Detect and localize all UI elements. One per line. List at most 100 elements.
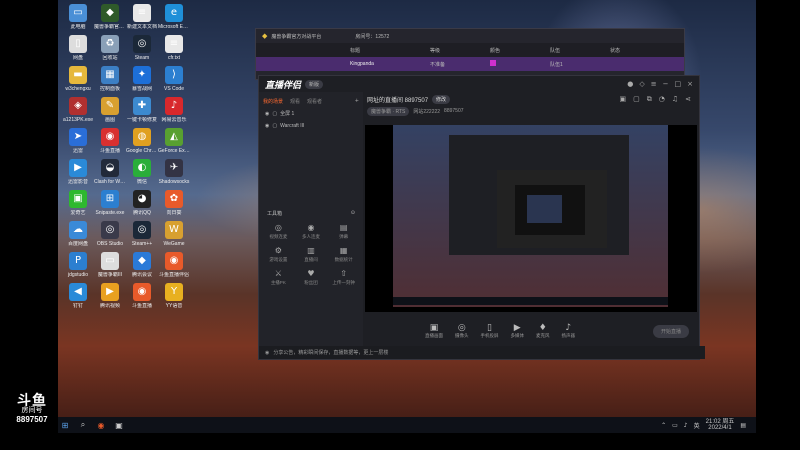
desktop-icon[interactable]: e Microsoft Edge: [158, 4, 190, 30]
layout-icon[interactable]: ▣: [619, 95, 626, 104]
desktop-icon[interactable]: ◎ OBS Studio: [94, 221, 126, 247]
desktop-icon[interactable]: ◭ GeForce Experience: [158, 128, 190, 154]
desktop-icon[interactable]: ◒ Clash for Windows: [94, 159, 126, 185]
menu-icon[interactable]: ≡: [651, 80, 657, 88]
desktop-icon[interactable]: Y YY语音: [158, 283, 190, 309]
version-badge[interactable]: 新版: [305, 79, 324, 89]
clock-date: 2022/4/1: [708, 425, 732, 431]
eye-icon[interactable]: ◉: [265, 123, 269, 129]
desktop-icon[interactable]: ◍ Google Chrome: [126, 128, 158, 154]
edit-button[interactable]: 修改: [432, 94, 451, 104]
notification-icon[interactable]: ◔: [659, 95, 665, 104]
douyu-companion-icon: ◉: [165, 252, 183, 270]
desktop-icon[interactable]: ◉ 斗鱼直播: [126, 283, 158, 309]
speaker-button[interactable]: ♪ 扬声器: [562, 323, 576, 339]
desktop-icon[interactable]: ▯ 网盘: [62, 35, 94, 61]
gift-icon[interactable]: ◇: [639, 80, 644, 88]
desktop-icon[interactable]: ➤ 迅雷: [62, 128, 94, 154]
desktop-icon[interactable]: ⟩ VS Code: [158, 66, 190, 92]
microphone-button[interactable]: ♦ 麦克风: [536, 323, 550, 339]
desktop-icon[interactable]: ◀ 钉钉: [62, 283, 94, 309]
tab-watch[interactable]: 观看: [290, 98, 300, 105]
camera-button[interactable]: ◎ 摄像头: [455, 323, 469, 339]
taskbar-douyu-icon[interactable]: ◉: [94, 419, 108, 431]
lock-icon[interactable]: ▢: [272, 123, 277, 129]
desktop-icon[interactable]: ♪ 网易云音乐: [158, 97, 190, 123]
desktop-icon[interactable]: ◐ 微信: [126, 159, 158, 185]
desktop-icon[interactable]: ▶ 腾讯视频: [94, 283, 126, 309]
desktop-icon[interactable]: ◎ Steam: [126, 35, 158, 61]
eye-icon[interactable]: ◉: [265, 111, 269, 117]
go-live-button[interactable]: 开始直播: [652, 324, 689, 338]
stream-preview[interactable]: [365, 125, 697, 312]
tool-upload[interactable]: ⇧ 上传一刻钟: [328, 269, 359, 286]
phone-cast-button[interactable]: ▯ 手机投屏: [481, 323, 499, 339]
desktop-icon[interactable]: ◎ Steam++: [126, 221, 158, 247]
desktop-icon[interactable]: Pjdgstudio: [62, 252, 94, 278]
desktop-icon[interactable]: ▦ 控制面板: [94, 66, 126, 92]
desktop-icon[interactable]: ◈ a1213PK.exe: [62, 97, 94, 123]
desktop-icon[interactable]: ◉ 斗鱼直播伴侣: [158, 252, 190, 278]
tool-room[interactable]: ▥ 直播间: [296, 246, 327, 263]
warcraft-platform-window[interactable]: ◆ 魔兽争霸官方对战平台 房间号：12572 标题 等级 颜色 队伍 状态 Ki…: [255, 28, 685, 80]
media-button[interactable]: ▶ 多媒体: [511, 323, 525, 339]
douyu-companion-window[interactable]: 直播伴侣 新版 ● ◇ ≡ − □ × 我的场景 观看 观看者 + ◉ ▢ 全屏…: [258, 75, 705, 360]
desktop-icon[interactable]: ▣ 爱奇艺: [62, 190, 94, 216]
tray-network-icon[interactable]: ▭: [672, 422, 678, 429]
desktop-icon[interactable]: ♻ 回收站: [94, 35, 126, 61]
category-selector[interactable]: 魔兽争霸 · RTS: [367, 106, 410, 116]
avatar[interactable]: ●: [627, 80, 633, 88]
desktop-icon[interactable]: ✚ 一键卡顿修复: [126, 97, 158, 123]
desktop-icon[interactable]: ◆ 魔兽争霸官方对战平台: [94, 4, 126, 30]
lock-icon[interactable]: ▢: [272, 111, 277, 117]
desktop-icon[interactable]: W WeGame: [158, 221, 190, 247]
desktop-icon[interactable]: ◆ 腾讯会议: [126, 252, 158, 278]
source-item[interactable]: ◉ ▢ 全屏 1: [259, 107, 363, 120]
desktop-icon[interactable]: ▶ 迅雷影音: [62, 159, 94, 185]
tool-danmaku[interactable]: ▤ 弹幕: [328, 223, 359, 240]
desktop-icon[interactable]: ✿ 向日葵: [158, 190, 190, 216]
tray-volume-icon[interactable]: ♪: [684, 422, 688, 429]
desktop-icon[interactable]: ▭ 魔兽争霸III: [94, 252, 126, 278]
clock[interactable]: 21:02 周五 2022/4/1: [706, 419, 735, 431]
tool-multi-call[interactable]: ◉ 多人连麦: [296, 223, 327, 240]
desktop-icon[interactable]: ⊞ Snipaste.exe: [94, 190, 126, 216]
desktop-icon[interactable]: ≡ cfr.txt: [158, 35, 190, 61]
window-icon[interactable]: ▢: [633, 95, 640, 104]
maximize-icon[interactable]: □: [675, 80, 682, 88]
desktop-icon[interactable]: ✦ 暴雪战网: [126, 66, 158, 92]
tool-pk[interactable]: ⚔ 主播PK: [263, 269, 294, 286]
add-scene-icon[interactable]: +: [355, 98, 359, 105]
share-icon[interactable]: ⋖: [685, 95, 691, 104]
screen-button[interactable]: ▣ 直播画面: [425, 323, 443, 339]
toolbox-info-icon[interactable]: ⊙: [351, 210, 355, 217]
player-team[interactable]: 队伍1: [550, 61, 563, 68]
tool-fans[interactable]: ♥ 粉丝团: [296, 269, 327, 286]
desktop-icon[interactable]: ≡ 新建文本文档: [126, 4, 158, 30]
tab-scenes[interactable]: 我的场景: [263, 98, 283, 105]
bell-icon[interactable]: ♫: [672, 95, 678, 104]
close-icon[interactable]: ×: [687, 80, 693, 88]
popout-icon[interactable]: ⧉: [647, 95, 652, 104]
taskbar-app-icon[interactable]: ▣: [112, 419, 126, 431]
source-item[interactable]: ◉ ▢ Warcraft III: [259, 120, 363, 132]
notification-center-icon[interactable]: ▤: [740, 422, 746, 429]
minimize-icon[interactable]: −: [663, 80, 669, 88]
desktop-icon[interactable]: ☁ 百度网盘: [62, 221, 94, 247]
tray-ime-icon[interactable]: 英: [694, 421, 700, 430]
desktop-icon[interactable]: ▬ w3chengxu: [62, 66, 94, 92]
search-icon[interactable]: ⌕: [76, 419, 90, 431]
tool-game-settings[interactable]: ⚙ 游戏设置: [263, 246, 294, 263]
desktop-icon[interactable]: ◕ 腾讯QQ: [126, 190, 158, 216]
player-row[interactable]: Kingpanda 不准备 队伍1: [256, 57, 684, 71]
tray-chevron-icon[interactable]: ⌃: [661, 422, 666, 429]
desktop-icon[interactable]: ▭ 此电脑: [62, 4, 94, 30]
desktop-icon[interactable]: ✎ 画图: [94, 97, 126, 123]
tool-stats[interactable]: ▦ 数据统计: [328, 246, 359, 263]
player-color-swatch[interactable]: [490, 60, 496, 66]
start-icon[interactable]: ⊞: [58, 419, 72, 431]
desktop-icon[interactable]: ◉ 斗鱼直播: [94, 128, 126, 154]
tool-video-call[interactable]: ◎ 视频连麦: [263, 223, 294, 240]
desktop-icon[interactable]: ✈ Shadowsocks: [158, 159, 190, 185]
tab-viewers[interactable]: 观看者: [307, 98, 322, 105]
